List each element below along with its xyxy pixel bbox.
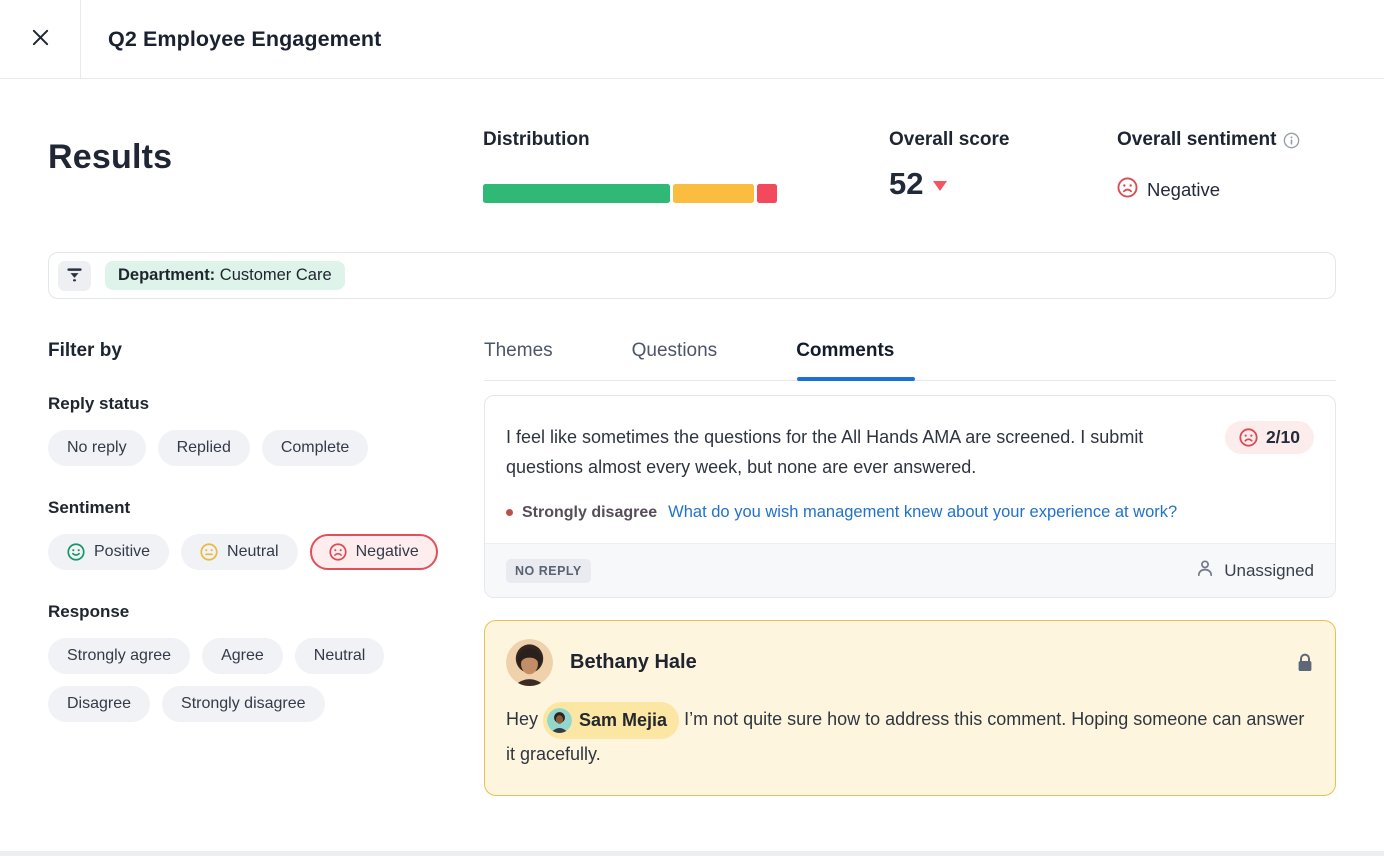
score-badge-value: 2/10 [1266,427,1300,448]
survey-title: Q2 Employee Engagement [108,27,381,52]
close-button[interactable] [0,0,81,78]
filter-pill-replied[interactable]: Replied [158,430,250,466]
sentiment-group-label: Sentiment [48,498,484,518]
filter-pill-strongly-disagree[interactable]: Strongly disagree [162,686,325,722]
reply-message: Hey Sam Mejia I’m not quite sure how to … [506,702,1314,770]
response-bullet-icon [506,509,513,516]
distribution-segment-neutral [673,184,754,203]
overall-sentiment-text: Overall sentiment [1117,129,1276,151]
person-icon [1195,558,1215,583]
negative-face-icon [1117,177,1138,203]
filter-pill-negative[interactable]: Negative [310,534,438,570]
response-group-label: Response [48,602,484,622]
filter-pill-no-reply[interactable]: No reply [48,430,146,466]
score-badge: 2/10 [1225,421,1314,454]
status-badge: NO REPLY [506,559,591,583]
filter-pill-positive[interactable]: Positive [48,534,169,570]
reply-status-options: No reply Replied Complete [48,430,468,466]
positive-face-icon [67,543,85,561]
question-link[interactable]: What do you wish management knew about y… [668,503,1177,522]
distribution-bar [483,184,777,203]
filter-pill-agree[interactable]: Agree [202,638,283,674]
filter-button[interactable] [58,261,91,291]
overall-score-label: Overall score [889,129,1117,151]
page-bottom-edge [0,851,1384,856]
filter-pill-strongly-agree[interactable]: Strongly agree [48,638,190,674]
info-icon[interactable] [1283,132,1300,149]
chip-key: Department: [118,266,215,284]
department-filter-chip[interactable]: Department: Customer Care [105,261,345,290]
distribution-segment-positive [483,184,670,203]
response-options: Strongly agree Agree Neutral Disagree St… [48,638,468,722]
tab-themes[interactable]: Themes [484,340,553,380]
lock-icon [1296,653,1314,673]
overall-sentiment-label: Overall sentiment [1117,129,1336,151]
close-icon [31,28,50,50]
overall-sentiment-value: Negative [1117,177,1336,203]
negative-face-icon [1239,428,1258,447]
neutral-face-icon [200,543,218,561]
filter-icon [65,265,84,287]
filter-pill-complete[interactable]: Complete [262,430,368,466]
page-title: Results [48,129,483,177]
overall-score-column: Overall score 52 [889,129,1117,202]
results-summary: Results Distribution Overall score 52 Ov… [48,129,1336,203]
tab-questions[interactable]: Questions [632,340,718,380]
comment-footer: NO REPLY Unassigned [485,543,1335,597]
filters-sidebar: Filter by Reply status No reply Replied … [48,340,484,796]
distribution-segment-negative [757,184,777,203]
assignee-control[interactable]: Unassigned [1195,558,1314,583]
comment-text: I feel like sometimes the questions for … [506,422,1161,482]
overall-sentiment-column: Overall sentiment Negative [1117,129,1336,203]
tab-comments[interactable]: Comments [796,340,894,380]
assignee-name: Unassigned [1224,561,1314,581]
reply-card: Bethany Hale Hey Sam Mejia I’m not quite… [484,620,1336,796]
response-label: Strongly disagree [522,504,657,522]
trend-down-icon [933,181,947,191]
filter-bar: Department: Customer Care [48,252,1336,299]
distribution-label: Distribution [483,129,889,151]
avatar-sam-mejia [547,708,572,733]
filter-pill-disagree[interactable]: Disagree [48,686,150,722]
results-panel: Themes Questions Comments I feel like so… [484,340,1336,796]
comment-meta: Strongly disagree What do you wish manag… [506,503,1314,522]
filter-pill-neutral-response[interactable]: Neutral [295,638,385,674]
sentiment-value-text: Negative [1147,179,1220,201]
topbar: Q2 Employee Engagement [0,0,1384,79]
reply-author-name: Bethany Hale [570,651,697,674]
comment-card: I feel like sometimes the questions for … [484,395,1336,598]
reply-message-prefix: Hey [506,709,543,729]
mention-sam-mejia[interactable]: Sam Mejia [543,702,679,739]
filters-title: Filter by [48,340,484,362]
distribution-column: Distribution [483,129,889,203]
negative-face-icon [329,543,347,561]
filter-pill-neutral-sentiment[interactable]: Neutral [181,534,298,570]
chip-value: Customer Care [215,266,331,284]
sentiment-options: Positive Neutral Negative [48,534,468,570]
score-number: 52 [889,166,923,202]
overall-score-value: 52 [889,166,1117,202]
avatar-bethany-hale [506,639,553,686]
mention-name: Sam Mejia [579,705,667,736]
reply-status-group-label: Reply status [48,394,484,414]
results-tabs: Themes Questions Comments [484,340,1336,381]
